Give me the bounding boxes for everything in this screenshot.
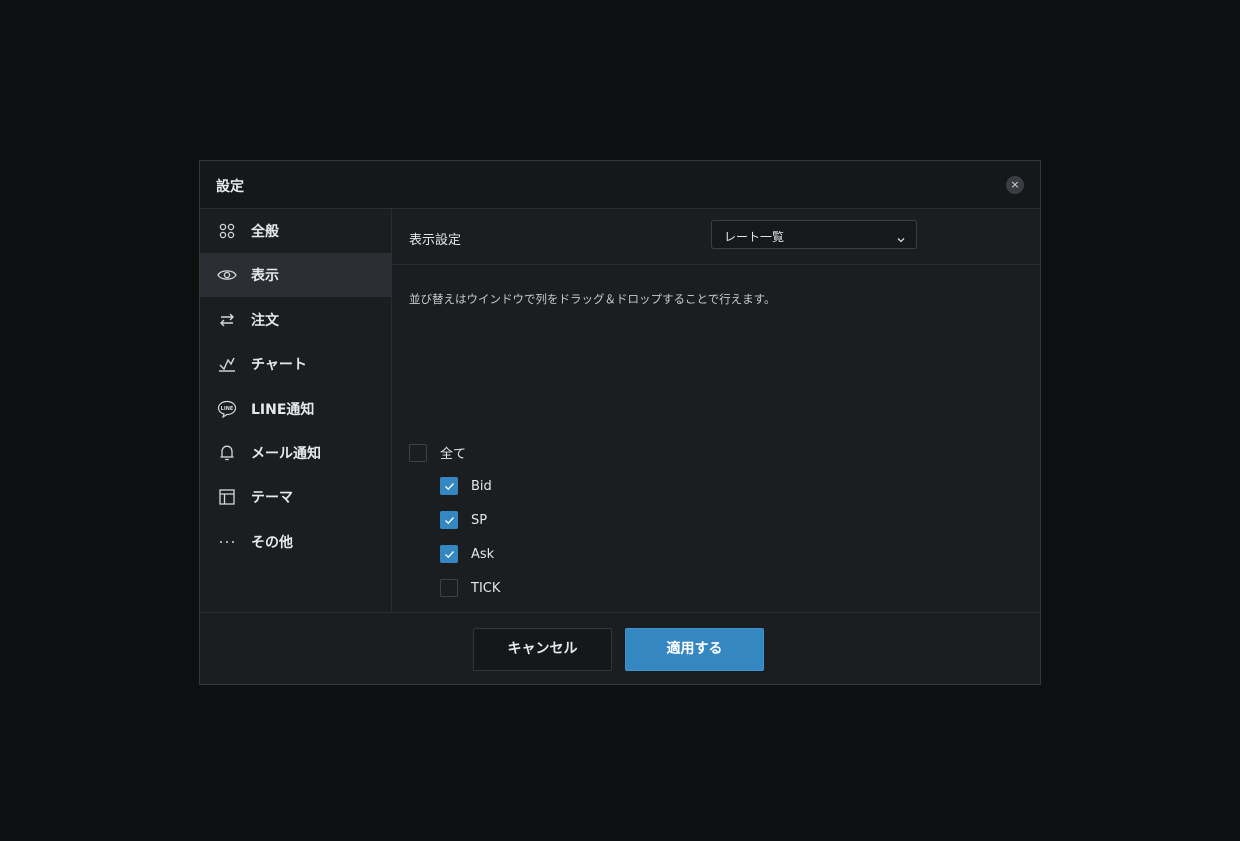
checkbox-label: SP — [471, 512, 488, 528]
sidebar-item-general[interactable]: 全般 — [200, 209, 391, 253]
sidebar-item-label: 注文 — [251, 313, 279, 329]
sidebar-item-label: 表示 — [251, 268, 279, 284]
checkbox-column[interactable]: SP — [440, 511, 487, 529]
checkbox-label: 全て — [440, 447, 467, 462]
checkbox-box[interactable] — [440, 545, 458, 563]
apply-button[interactable]: 適用する — [625, 628, 764, 671]
sidebar-item-other[interactable]: その他 — [200, 520, 391, 564]
sidebar-item-label: テーマ — [251, 490, 293, 506]
display-setting-label: 表示設定 — [409, 233, 462, 248]
display-settings-panel: 表示設定 レート一覧 並び替えはウインドウで列をドラッグ＆ドロップすることで行え… — [392, 209, 1040, 612]
checkbox-label: Bid — [471, 478, 492, 494]
settings-sidebar: 全般 表示 注文 チャート LINE LINE通知 メール通知 テーマ その他 — [200, 209, 392, 612]
bell-icon — [217, 443, 237, 463]
sidebar-item-label: 全般 — [251, 224, 279, 240]
display-target-select[interactable]: レート一覧 — [711, 220, 917, 249]
checkmark-icon — [444, 482, 455, 491]
sidebar-item-line-notify[interactable]: LINE LINE通知 — [200, 387, 391, 431]
checkbox-label: TICK — [471, 580, 501, 596]
svg-text:LINE: LINE — [221, 406, 234, 412]
sidebar-item-mail-notify[interactable]: メール通知 — [200, 431, 391, 475]
chevron-down-icon — [896, 230, 906, 243]
ellipsis-icon — [217, 532, 237, 552]
sidebar-item-chart[interactable]: チャート — [200, 342, 391, 386]
chart-line-icon — [217, 354, 237, 374]
grid-circles-icon — [217, 221, 237, 241]
checkmark-icon — [444, 550, 455, 559]
checkmark-icon — [444, 516, 455, 525]
cancel-button[interactable]: キャンセル — [473, 628, 612, 671]
sidebar-item-label: LINE通知 — [251, 402, 315, 418]
checkbox-column[interactable]: TICK — [440, 579, 500, 597]
sidebar-item-label: チャート — [251, 357, 307, 373]
checkbox-label: Ask — [471, 546, 495, 562]
dialog-footer: キャンセル 適用する — [200, 612, 1040, 684]
checkbox-box[interactable] — [440, 579, 458, 597]
dialog-title: 設定 — [216, 179, 244, 195]
checkbox-column[interactable]: Bid — [440, 477, 492, 495]
swap-arrows-icon — [217, 310, 237, 330]
settings-dialog: 設定 × 全般 表示 注文 チャート LINE LINE通知 メール通知 テーマ… — [199, 160, 1041, 685]
sidebar-item-theme[interactable]: テーマ — [200, 475, 391, 519]
checkbox-box[interactable] — [440, 511, 458, 529]
checkbox-box[interactable] — [409, 443, 427, 462]
dialog-titlebar: 設定 × — [200, 161, 1040, 209]
reorder-hint: 並び替えはウインドウで列をドラッグ＆ドロップすることで行えます。 — [409, 292, 776, 306]
select-value: レート一覧 — [724, 230, 785, 244]
line-app-icon: LINE — [217, 399, 237, 419]
checkbox-all[interactable]: 全て — [409, 443, 466, 462]
close-icon: × — [1010, 178, 1020, 191]
sidebar-item-order[interactable]: 注文 — [200, 298, 391, 342]
sidebar-item-display[interactable]: 表示 — [200, 253, 391, 297]
checkbox-column[interactable]: Ask — [440, 545, 494, 563]
sidebar-item-label: その他 — [251, 535, 293, 551]
layout-icon — [217, 487, 237, 507]
checkbox-box[interactable] — [440, 477, 458, 495]
close-button[interactable]: × — [1006, 176, 1024, 194]
display-setting-row: 表示設定 レート一覧 — [392, 209, 1040, 265]
sidebar-item-label: メール通知 — [251, 446, 321, 462]
eye-icon — [217, 265, 237, 285]
